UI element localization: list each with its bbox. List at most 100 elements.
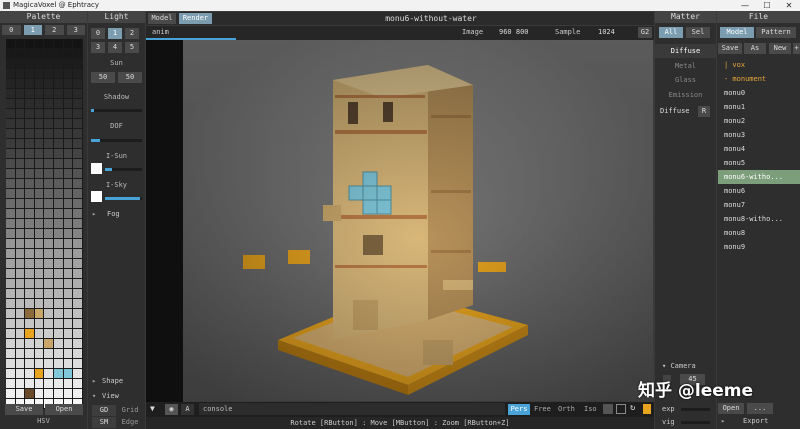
palette-swatch[interactable] [44, 159, 53, 168]
palette-swatch[interactable] [34, 99, 44, 108]
list-item[interactable]: monu9 [718, 240, 800, 254]
palette-swatch[interactable] [63, 319, 73, 328]
palette-swatch[interactable] [15, 109, 25, 118]
view-grid-button[interactable]: Grid [118, 405, 142, 416]
palette-swatch[interactable] [73, 249, 82, 258]
palette-swatch[interactable] [44, 89, 53, 98]
palette-swatch[interactable] [44, 339, 53, 348]
palette-swatch[interactable] [15, 379, 25, 388]
palette-swatch[interactable] [44, 349, 53, 358]
palette-swatch[interactable] [25, 159, 34, 168]
palette-swatch[interactable] [34, 119, 44, 128]
palette-swatch[interactable] [54, 119, 63, 128]
palette-swatch[interactable] [73, 159, 82, 168]
palette-swatch[interactable] [34, 239, 44, 248]
palette-swatch[interactable] [54, 369, 63, 378]
palette-swatch[interactable] [44, 249, 53, 258]
list-item[interactable]: monu7 [718, 198, 800, 212]
diffuse-r-button[interactable]: R [698, 106, 710, 117]
palette-swatch[interactable] [15, 59, 25, 68]
palette-swatch[interactable] [54, 149, 63, 158]
palette-swatch[interactable] [25, 389, 34, 398]
palette-swatch[interactable] [73, 129, 82, 138]
palette-swatch[interactable] [25, 229, 34, 238]
render-viewport[interactable] [183, 40, 653, 401]
palette-page-1[interactable]: 1 [23, 25, 42, 35]
palette-swatch[interactable] [54, 349, 63, 358]
palette-swatch[interactable] [25, 49, 34, 58]
palette-swatch[interactable] [54, 389, 63, 398]
palette-swatch[interactable] [25, 109, 34, 118]
list-item[interactable]: monu2 [718, 114, 800, 128]
palette-swatch[interactable] [44, 99, 53, 108]
palette-swatch[interactable] [34, 259, 44, 268]
palette-swatch[interactable] [34, 349, 44, 358]
palette-swatch[interactable] [63, 269, 73, 278]
palette-swatch[interactable] [15, 319, 25, 328]
palette-swatch[interactable] [73, 209, 82, 218]
palette-swatch[interactable] [6, 89, 15, 98]
palette-swatch[interactable] [44, 269, 53, 278]
palette-swatch[interactable] [6, 179, 15, 188]
palette-swatch[interactable] [15, 129, 25, 138]
file-pattern-tab[interactable]: Pattern [756, 27, 796, 38]
matter-sel-button[interactable]: Sel [686, 27, 710, 38]
palette-swatch[interactable] [54, 339, 63, 348]
palette-swatch[interactable] [44, 369, 53, 378]
palette-swatch[interactable] [34, 169, 44, 178]
palette-swatch[interactable] [73, 239, 82, 248]
palette-swatch[interactable] [44, 39, 53, 48]
material-diffuse[interactable]: Diffuse [655, 44, 716, 58]
palette-swatch[interactable] [15, 259, 25, 268]
palette-swatch[interactable] [54, 79, 63, 88]
palette-swatch[interactable] [15, 289, 25, 298]
palette-page-0[interactable]: 0 [2, 25, 21, 35]
palette-swatch[interactable] [63, 139, 73, 148]
palette-swatch[interactable] [25, 249, 34, 258]
palette-swatch[interactable] [15, 349, 25, 358]
palette-swatch[interactable] [54, 269, 63, 278]
palette-swatch[interactable] [6, 109, 15, 118]
palette-swatch[interactable] [73, 39, 82, 48]
palette-swatch[interactable] [6, 309, 15, 318]
palette-swatch[interactable] [54, 169, 63, 178]
isun-color-swatch[interactable] [91, 163, 102, 174]
palette-swatch[interactable] [6, 169, 15, 178]
palette-swatch[interactable] [73, 309, 82, 318]
palette-swatch[interactable] [25, 129, 34, 138]
palette-swatch[interactable] [34, 209, 44, 218]
palette-swatch[interactable] [44, 359, 53, 368]
palette-swatch[interactable] [15, 149, 25, 158]
palette-swatch[interactable] [6, 229, 15, 238]
palette-swatch[interactable] [15, 139, 25, 148]
console-input[interactable]: console [199, 403, 505, 415]
palette-swatch[interactable] [6, 359, 15, 368]
palette-swatch[interactable] [73, 389, 82, 398]
palette-swatch[interactable] [25, 189, 34, 198]
palette-swatch[interactable] [15, 79, 25, 88]
palette-swatch[interactable] [73, 269, 82, 278]
palette-swatch[interactable] [25, 289, 34, 298]
fog-label[interactable]: Fog [107, 210, 120, 218]
palette-swatch[interactable] [54, 189, 63, 198]
palette-swatch[interactable] [25, 89, 34, 98]
palette-swatch[interactable] [73, 99, 82, 108]
light-button-5[interactable]: 5 [125, 42, 139, 53]
palette-swatch[interactable] [44, 139, 53, 148]
camera-icon[interactable]: ◉ [165, 404, 178, 415]
mode-iso[interactable]: Iso [584, 405, 597, 413]
palette-swatch[interactable] [34, 89, 44, 98]
palette-swatch[interactable] [63, 229, 73, 238]
palette-swatch[interactable] [25, 169, 34, 178]
palette-swatch[interactable] [63, 299, 73, 308]
close-icon[interactable]: ✕ [779, 0, 799, 11]
palette-swatch[interactable] [25, 329, 34, 338]
isky-slider[interactable] [105, 197, 142, 200]
palette-swatch[interactable] [44, 189, 53, 198]
palette-swatch[interactable] [34, 359, 44, 368]
palette-swatch[interactable] [44, 329, 53, 338]
palette-swatch[interactable] [6, 149, 15, 158]
list-item[interactable]: monu8-witho... [718, 212, 800, 226]
light-button-0[interactable]: 0 [91, 28, 105, 39]
palette-swatch[interactable] [73, 199, 82, 208]
